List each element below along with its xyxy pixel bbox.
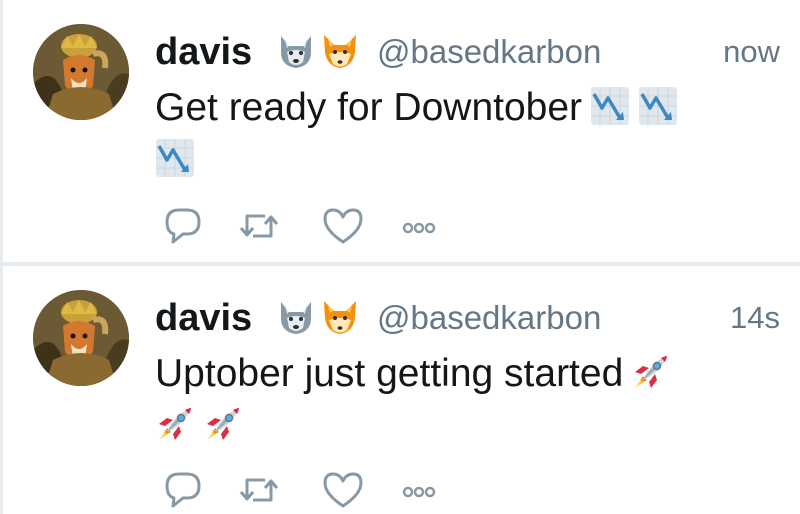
like-icon[interactable] (321, 204, 365, 248)
author-handle[interactable]: @basedkarbon (377, 26, 601, 78)
reply-icon[interactable] (161, 204, 205, 248)
tweet-header: davis @basedkarbon 14s (155, 292, 780, 344)
rocket-emoji (155, 404, 195, 444)
wolf-face-emoji (277, 32, 315, 70)
avatar[interactable] (33, 24, 129, 120)
chart-decreasing-emoji (155, 138, 195, 178)
tweet-header: davis @basedkarbon now (155, 26, 780, 78)
retweet-icon[interactable] (237, 204, 281, 248)
tweet[interactable]: davis @basedkarbon 14s Uptober just gett… (3, 266, 800, 514)
chart-decreasing-emoji (590, 86, 630, 126)
chart-decreasing-emoji (638, 86, 678, 126)
tweet-text-content: Get ready for Downtober (155, 86, 583, 129)
more-icon[interactable] (397, 204, 441, 248)
tweet-text: Uptober just getting started (155, 348, 755, 452)
like-icon[interactable] (321, 468, 365, 512)
fox-face-emoji (321, 298, 359, 336)
avatar[interactable] (33, 290, 129, 386)
rocket-emoji (631, 352, 671, 392)
retweet-icon[interactable] (237, 468, 281, 512)
tweet-actions (161, 468, 451, 512)
fox-face-emoji (321, 32, 359, 70)
author-handle[interactable]: @basedkarbon (377, 292, 601, 344)
rocket-emoji (203, 404, 243, 444)
more-icon[interactable] (397, 468, 441, 512)
tweet[interactable]: davis @basedkarbon now Get ready for Dow… (3, 0, 800, 262)
wolf-face-emoji (277, 298, 315, 336)
author-name[interactable]: davis (155, 26, 252, 78)
tweet-text-content: Uptober just getting started (155, 352, 624, 395)
tweet-timestamp[interactable]: 14s (730, 292, 780, 344)
tweet-timestamp[interactable]: now (723, 26, 780, 78)
reply-icon[interactable] (161, 468, 205, 512)
author-name[interactable]: davis (155, 292, 252, 344)
timeline: davis @basedkarbon now Get ready for Dow… (0, 0, 800, 514)
tweet-text: Get ready for Downtober (155, 82, 755, 186)
tweet-actions (161, 204, 451, 248)
